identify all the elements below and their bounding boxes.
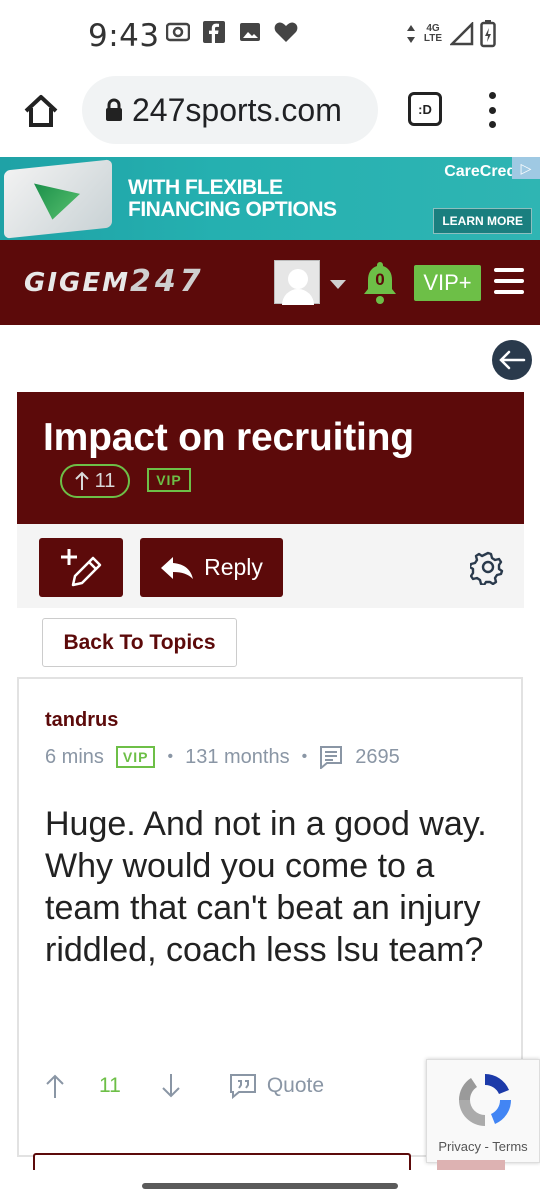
notification-count: 0 — [375, 270, 385, 289]
post-body: Huge. And not in a good way. Why would y… — [45, 805, 487, 969]
network-type-text: 4G LTE — [423, 23, 443, 44]
thread-vip-badge: VIP — [147, 468, 191, 492]
recaptcha-icon — [458, 1074, 511, 1126]
arrow-up-icon — [74, 471, 89, 490]
post-meta: 6 mins VIP • 131 months • 2695 — [45, 745, 400, 769]
thread-upvote-pill[interactable]: 11 — [60, 464, 130, 498]
ad-banner[interactable]: WITH FLEXIBLE FINANCING OPTIONS CareCred… — [0, 157, 540, 240]
thread-upvote-count: 11 — [94, 469, 116, 492]
ad-headline: WITH FLEXIBLE FINANCING OPTIONS — [128, 177, 337, 221]
thread-header: Impact on recruiting 11 VIP — [17, 392, 524, 524]
downvote-arrow-icon[interactable] — [161, 1073, 181, 1099]
post-upvote-count: 11 — [99, 1074, 121, 1097]
battery-icon — [480, 20, 496, 48]
meta-separator: • — [301, 748, 308, 765]
ad-choices-icon[interactable]: ▷ — [512, 157, 540, 179]
reply-arrow-icon — [161, 556, 194, 579]
author-tenure: 131 months — [185, 745, 290, 768]
browser-menu-icon[interactable] — [482, 90, 502, 130]
radio-icon — [166, 20, 190, 44]
ad-card-image — [4, 159, 112, 239]
image-icon — [238, 20, 262, 44]
post-author[interactable]: tandrus — [45, 709, 118, 732]
heart-icon — [274, 20, 298, 44]
post-actions: 11 Quote — [45, 1073, 324, 1099]
back-to-topics-button[interactable]: Back To Topics — [42, 618, 237, 667]
hamburger-menu-icon[interactable] — [494, 268, 524, 294]
site-logo-number: 247 — [130, 264, 205, 299]
back-arrow-button[interactable] — [492, 340, 532, 380]
ad-headline-line1: WITH FLEXIBLE — [128, 176, 283, 199]
data-arrows-icon — [407, 25, 415, 43]
site-logo-text: GIGEM — [24, 268, 130, 298]
recaptcha-badge[interactable]: Privacy - Terms — [426, 1059, 540, 1163]
reply-label: Reply — [204, 554, 263, 580]
site-header: GIGEM247 0 VIP+ — [0, 240, 540, 325]
tab-switcher-button[interactable]: :D — [408, 92, 442, 126]
new-topic-button[interactable] — [39, 538, 123, 597]
home-gesture-bar[interactable] — [142, 1183, 398, 1189]
chevron-down-icon[interactable] — [330, 280, 346, 289]
home-icon[interactable] — [22, 92, 60, 130]
arrow-left-icon — [499, 350, 526, 370]
recaptcha-links[interactable]: Privacy - Terms — [427, 1139, 539, 1154]
meta-separator: • — [167, 748, 174, 765]
status-bar: 9:43 4G LTE — [0, 0, 540, 72]
url-text: 247sports.com — [132, 91, 342, 128]
gear-icon[interactable] — [470, 549, 506, 585]
status-time: 9:43 — [88, 18, 160, 54]
author-vip-badge: VIP — [115, 746, 156, 768]
upvote-arrow-icon[interactable] — [45, 1073, 65, 1099]
site-logo[interactable]: GIGEM247 — [24, 264, 205, 299]
author-post-count: 2695 — [355, 745, 400, 768]
ad-learn-more-button[interactable]: LEARN MORE — [433, 208, 532, 234]
lock-icon — [106, 98, 122, 121]
post-time: 6 mins — [45, 745, 104, 768]
reply-button[interactable]: Reply — [140, 538, 283, 597]
thread-toolbar: Reply — [17, 524, 524, 608]
network-type-label: 4G LTE — [422, 24, 444, 44]
quote-label: Quote — [266, 1074, 325, 1097]
status-notification-icons — [166, 20, 298, 44]
quote-icon — [229, 1074, 256, 1099]
signal-icon — [450, 22, 474, 46]
address-bar[interactable]: 247sports.com — [82, 76, 378, 144]
ad-headline-line2: FINANCING OPTIONS — [128, 198, 337, 221]
quote-button[interactable]: Quote — [229, 1073, 324, 1099]
vip-plus-button[interactable]: VIP+ — [414, 265, 481, 301]
status-system-icons: 4G LTE — [406, 20, 496, 48]
posts-icon — [320, 746, 343, 769]
user-avatar[interactable] — [274, 260, 320, 305]
thread-title: Impact on recruiting — [43, 416, 414, 459]
browser-toolbar: 247sports.com :D — [0, 72, 540, 156]
facebook-icon — [202, 20, 226, 44]
new-post-pencil-icon — [61, 548, 102, 586]
tab-count: :D — [418, 101, 432, 117]
